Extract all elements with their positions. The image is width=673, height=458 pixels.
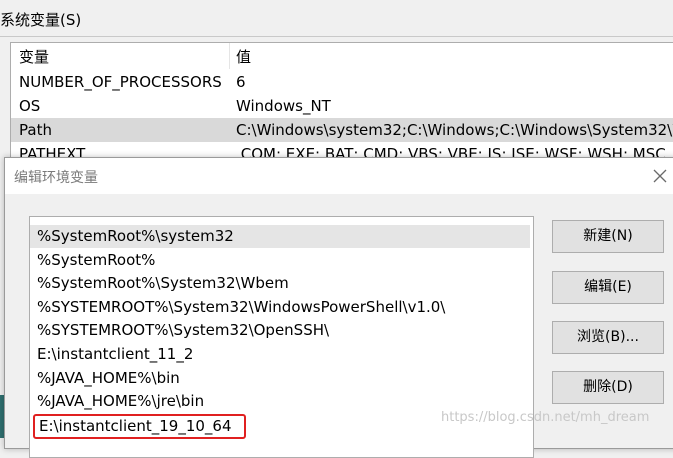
browse-button[interactable]: 浏览(B)... [552, 321, 664, 354]
row-value: 6 [236, 73, 246, 91]
list-item-text: %SYSTEMROOT%\System32\OpenSSH\ [37, 321, 330, 339]
table-header: 变量 值 [11, 45, 673, 69]
header-value[interactable]: 值 [236, 45, 251, 69]
list-item-text: E:\instantclient_11_2 [37, 345, 194, 363]
table-row[interactable]: OS Windows_NT [11, 94, 673, 118]
list-item-text: E:\instantclient_19_10_64 [39, 417, 232, 435]
list-item-text: %SystemRoot% [37, 251, 156, 269]
edit-env-dialog: 编辑环境变量 %SystemRoot%\system32 %SystemRoot… [4, 157, 673, 458]
list-item-text: %SystemRoot%\system32 [37, 227, 234, 245]
list-item[interactable]: %SYSTEMROOT%\System32\OpenSSH\ [30, 319, 530, 342]
list-item[interactable]: %SystemRoot% [30, 249, 530, 272]
row-value: Windows_NT [236, 97, 331, 115]
watermark: https://blog.csdn.net/mh_dream [441, 410, 650, 425]
new-button[interactable]: 新建(N) [552, 220, 664, 253]
header-variable[interactable]: 变量 [19, 45, 49, 69]
edit-button-label: 编辑(E) [584, 279, 632, 295]
list-item[interactable]: %SYSTEMROOT%\System32\WindowsPowerShell\… [30, 296, 530, 319]
dialog-titlebar[interactable]: 编辑环境变量 [5, 158, 673, 194]
list-item[interactable]: %SystemRoot%\System32\Wbem [30, 272, 530, 295]
list-item[interactable]: %JAVA_HOME%\bin [30, 367, 530, 390]
list-item-text: %JAVA_HOME%\jre\bin [37, 392, 205, 410]
browse-button-label: 浏览(B)... [577, 329, 639, 345]
system-variables-table[interactable]: 变量 值 NUMBER_OF_PROCESSORS 6 OS Windows_N… [10, 42, 673, 174]
dialog-title: 编辑环境变量 [14, 170, 98, 186]
list-item[interactable]: %SystemRoot%\system32 [30, 225, 530, 248]
system-variables-label: 系统变量(S) [0, 11, 82, 29]
row-value: C:\Windows\system32;C:\Windows;C:\Window… [236, 121, 673, 139]
edit-button[interactable]: 编辑(E) [552, 271, 664, 304]
new-button-label: 新建(N) [583, 228, 633, 244]
list-item-text: %JAVA_HOME%\bin [37, 369, 180, 387]
close-icon[interactable] [650, 166, 670, 186]
delete-button-label: 删除(D) [583, 379, 633, 395]
list-item[interactable]: E:\instantclient_11_2 [30, 343, 530, 366]
row-name: NUMBER_OF_PROCESSORS [19, 73, 222, 91]
row-name: OS [19, 97, 41, 115]
table-row[interactable]: NUMBER_OF_PROCESSORS 6 [11, 70, 673, 94]
section-divider [0, 36, 673, 37]
list-item-text: %SYSTEMROOT%\System32\WindowsPowerShell\… [37, 298, 446, 316]
list-item-highlighted[interactable]: E:\instantclient_19_10_64 [33, 414, 246, 439]
system-variables-title: 系统变量(S) [0, 8, 673, 37]
row-name: Path [19, 121, 52, 139]
list-item-text: %SystemRoot%\System32\Wbem [37, 274, 289, 292]
delete-button[interactable]: 删除(D) [552, 371, 664, 404]
table-row-selected[interactable]: Path C:\Windows\system32;C:\Windows;C:\W… [11, 118, 673, 142]
